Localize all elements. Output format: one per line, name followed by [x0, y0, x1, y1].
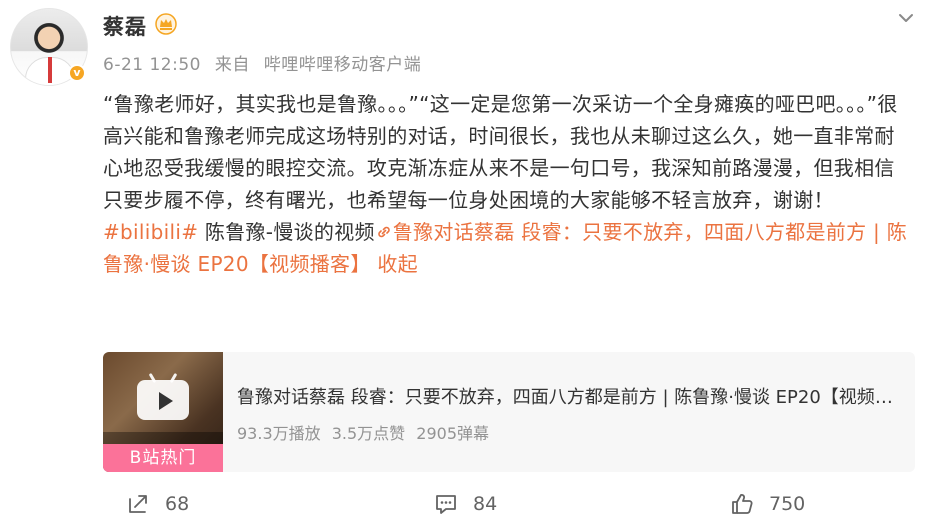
repost-count: 68: [165, 493, 190, 515]
comment-icon: [436, 495, 456, 514]
play-icon[interactable]: [137, 380, 189, 420]
collapse-link[interactable]: 收起: [371, 252, 418, 276]
comment-button[interactable]: 84: [433, 491, 497, 517]
comment-count: 84: [473, 493, 498, 515]
chevron-down-icon[interactable]: [897, 9, 915, 27]
video-thumbnail[interactable]: B站热门: [103, 352, 223, 472]
action-bar: 68 84 750: [0, 483, 929, 523]
danmaku-count: 2905弹幕: [416, 424, 490, 443]
post-time[interactable]: 6-21 12:50: [103, 55, 201, 75]
author-name[interactable]: 蔡磊: [103, 11, 147, 41]
post-text: “鲁豫老师好，其实我也是鲁豫。。。”“这一定是您第一次采访一个全身瘫痪的哑巴吧。…: [103, 88, 913, 280]
verified-badge-icon: v: [68, 64, 86, 82]
source-prefix: 来自: [214, 55, 250, 75]
avatar-lanyard: [48, 57, 52, 83]
video-source-text: 陈鲁豫-慢谈的视频: [198, 220, 375, 244]
topic-link[interactable]: #bilibili#: [103, 220, 198, 244]
link-icon: [378, 226, 390, 238]
like-icon: [732, 494, 753, 514]
like-button[interactable]: 750: [729, 491, 805, 517]
post-meta: 6-21 12:50 来自 哔哩哔哩移动客户端: [103, 50, 421, 75]
video-title[interactable]: 鲁豫对话蔡磊 段睿：只要不放弃，四面八方都是前方 | 陈鲁豫·慢谈 EP20【视…: [237, 383, 905, 409]
repost-button[interactable]: 68: [125, 491, 189, 517]
post-text-main: “鲁豫老师好，其实我也是鲁豫。。。”“这一定是您第一次采访一个全身瘫痪的哑巴吧。…: [103, 92, 898, 212]
like-count: 750: [769, 493, 806, 515]
crown-icon: [155, 13, 177, 35]
post-source: 哔哩哔哩移动客户端: [263, 55, 422, 75]
video-badge: B站热门: [103, 444, 223, 472]
video-stats: 93.3万播放 3.5万点赞 2905弹幕: [237, 420, 489, 444]
video-card[interactable]: B站热门 鲁豫对话蔡磊 段睿：只要不放弃，四面八方都是前方 | 陈鲁豫·慢谈 E…: [103, 352, 915, 472]
like-count-video: 3.5万点赞: [331, 424, 406, 443]
play-count: 93.3万播放: [237, 424, 321, 443]
repost-icon: [129, 495, 147, 513]
